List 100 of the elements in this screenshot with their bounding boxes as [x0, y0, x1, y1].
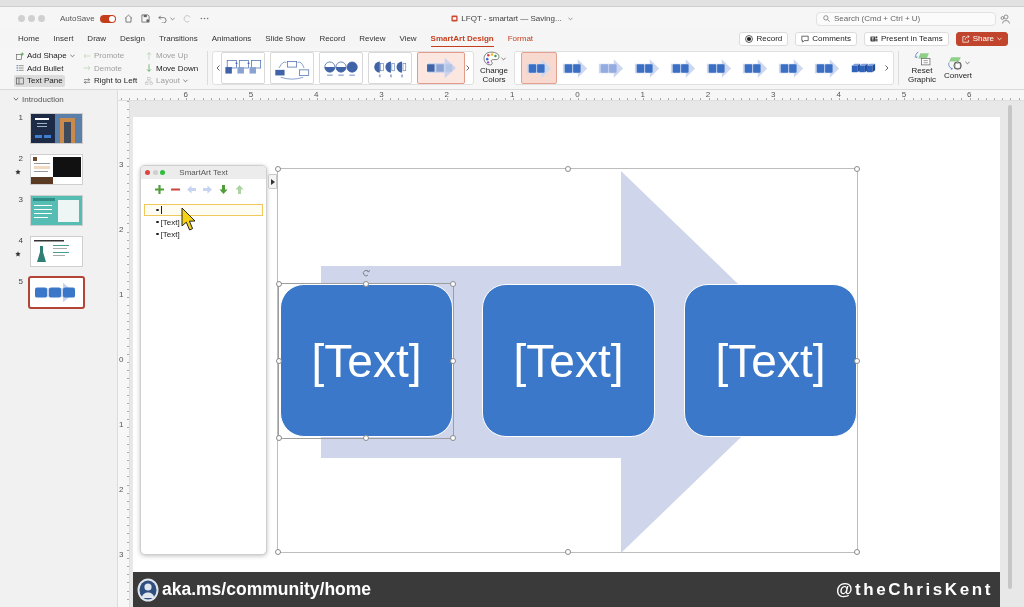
present-in-teams-button[interactable]: Present in Teams [863, 31, 949, 46]
plus-icon[interactable] [155, 185, 164, 194]
resize-handle[interactable] [854, 357, 860, 364]
text-pane-toggle-button[interactable] [268, 174, 277, 189]
people-icon[interactable] [1000, 13, 1010, 24]
outline-entry[interactable]: [Text] [144, 216, 263, 228]
ruler-number: 4 [835, 90, 842, 100]
chevron-right-icon[interactable] [466, 65, 470, 71]
layout-option[interactable] [319, 52, 363, 84]
resize-handle[interactable] [450, 435, 456, 441]
scrollbar[interactable] [1008, 105, 1012, 589]
ribbon-tab[interactable]: Review [359, 30, 386, 47]
outline-entry[interactable]: [Text] [144, 228, 263, 240]
ribbon-tab[interactable]: Record [319, 30, 346, 47]
pane-icon [16, 76, 24, 85]
slide-number: 5 [18, 277, 23, 286]
ribbon-tab[interactable]: Format [507, 30, 534, 47]
resize-handle[interactable] [276, 435, 282, 441]
community-link-text: aka.ms/community/home [162, 579, 372, 600]
arrow-boxes-icon [777, 57, 805, 79]
change-colors-button[interactable]: Change Colors [477, 51, 511, 85]
save-icon[interactable] [140, 14, 150, 23]
resize-handle[interactable] [363, 281, 369, 287]
close-button[interactable] [145, 170, 150, 175]
ruler-number: 4 [313, 90, 320, 100]
resize-handle[interactable] [450, 358, 456, 364]
add-shape-button[interactable]: Add Shape [14, 49, 77, 62]
resize-handle[interactable] [564, 549, 571, 555]
ruler-number: 1 [118, 419, 125, 431]
swap-arrows-icon [83, 76, 91, 85]
chevron-right-icon[interactable] [885, 65, 889, 71]
bullet-list-icon [16, 64, 24, 72]
chevron-left-icon[interactable] [216, 65, 220, 71]
share-button[interactable]: Share [955, 31, 1008, 46]
search-input[interactable]: Search (Cmd + Ctrl + U) [834, 13, 984, 24]
resize-handle[interactable] [854, 166, 860, 172]
slide-thumbnail[interactable] [28, 276, 85, 309]
layout-option[interactable] [221, 52, 265, 84]
arrow-boxes-icon [597, 57, 625, 79]
undo-icon[interactable] [157, 14, 167, 23]
ruler-number: 6 [966, 90, 973, 100]
bullet-icon [156, 232, 159, 236]
record-button[interactable]: Record [739, 31, 789, 46]
share-icon [961, 34, 970, 43]
shape-convert-icon [946, 55, 964, 71]
style-option[interactable] [521, 52, 557, 84]
resize-handle[interactable] [450, 281, 456, 287]
caret-icon [69, 53, 75, 58]
shape-reset-icon [913, 51, 931, 67]
layout-option[interactable] [270, 52, 314, 84]
search-icon [823, 15, 830, 22]
resize-handle[interactable] [275, 166, 281, 172]
ribbon-tab[interactable]: View [399, 30, 417, 47]
process-shape[interactable]: [Text] [482, 284, 655, 437]
bullet-icon [156, 220, 159, 224]
arrow-down-icon[interactable] [219, 185, 228, 194]
arrow-boxes-icon [633, 57, 661, 79]
ruler-number: 5 [900, 90, 908, 100]
right-to-left-button[interactable]: Right to Left [81, 74, 140, 87]
more-icon[interactable] [199, 17, 209, 20]
ruler-number: 6 [182, 90, 189, 100]
resize-handle[interactable] [276, 358, 282, 364]
resize-handle[interactable] [363, 435, 369, 441]
text-pane-button[interactable]: Text Pane [14, 74, 65, 87]
layout-option[interactable] [417, 52, 465, 84]
add-bullet-button[interactable]: Add Bullet [14, 62, 66, 74]
convert-button[interactable]: Convert [941, 55, 975, 81]
ruler-number: 1 [508, 90, 516, 100]
ribbon-tab[interactable]: Slide Show [265, 30, 306, 47]
ruler-number: 3 [770, 90, 777, 100]
ribbon-tab[interactable]: Transitions [158, 30, 198, 47]
move-down-button[interactable]: Move Down [143, 62, 201, 74]
resize-handle[interactable] [564, 166, 571, 172]
section-header[interactable]: Introduction [0, 93, 64, 105]
slide-number: 2 [18, 154, 23, 163]
minus-icon[interactable] [171, 185, 180, 194]
reset-button[interactable]: Reset Graphic [905, 51, 939, 85]
resize-handle[interactable] [275, 549, 281, 555]
window-title: LFQT - smartart — Saving... [461, 14, 562, 23]
caret-icon[interactable] [169, 16, 175, 21]
resize-handle[interactable] [276, 281, 282, 287]
resize-handle[interactable] [854, 549, 860, 555]
ribbon-tab[interactable]: Draw [87, 30, 107, 47]
layout-option[interactable] [368, 52, 412, 84]
ribbon-tab[interactable]: Animations [211, 30, 252, 47]
ribbon-tab[interactable]: Home [18, 30, 40, 47]
ruler-number: 1 [639, 90, 646, 100]
ribbon-tab[interactable]: Design [120, 30, 145, 47]
home-icon[interactable] [123, 14, 133, 23]
outline-entry[interactable] [144, 204, 263, 216]
arrow-boxes-icon [741, 57, 769, 79]
ribbon-tab[interactable]: Insert [53, 30, 74, 47]
caret-icon [500, 56, 506, 61]
autosave-toggle[interactable] [99, 14, 116, 23]
process-shape[interactable]: [Text] [280, 284, 453, 437]
process-shape[interactable]: [Text] [684, 284, 857, 437]
comments-button[interactable]: Comments [795, 31, 857, 46]
search-field[interactable]: Search (Cmd + Ctrl + U) [816, 11, 996, 26]
ruler-number: 2 [443, 90, 451, 100]
rotate-handle[interactable] [362, 269, 370, 277]
